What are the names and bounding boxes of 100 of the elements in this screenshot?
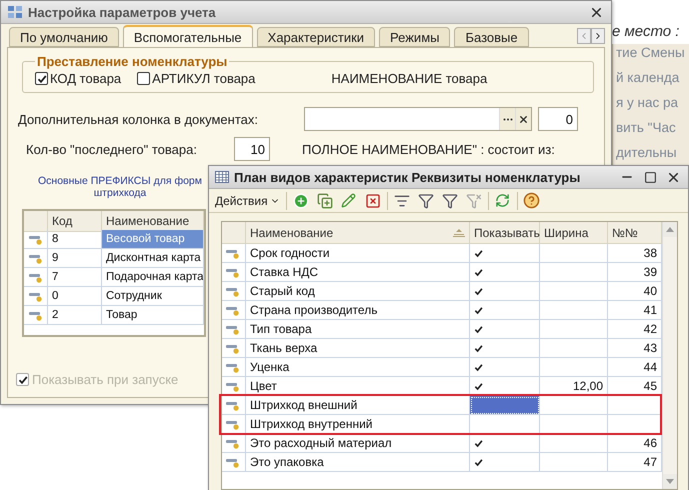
attribute-icon <box>226 362 240 372</box>
plus-icon <box>292 192 309 208</box>
table-cell[interactable]: Дисконтная карта <box>102 249 204 268</box>
table-cell[interactable]: Сотрудник <box>102 287 204 306</box>
check-icon <box>36 74 46 84</box>
field-label: Кол-во "последнего" товара: <box>25 142 198 156</box>
check-icon <box>474 362 483 372</box>
maximize-icon <box>644 170 656 184</box>
tab[interactable]: По умолчанию <box>9 27 119 47</box>
column-header[interactable]: Наименование <box>102 211 204 232</box>
scroll-down-button[interactable] <box>663 474 677 489</box>
number-field[interactable]: 0 <box>538 107 578 131</box>
column-header[interactable]: №№ <box>608 222 662 244</box>
table-cell <box>540 434 608 453</box>
filter-icon <box>442 192 458 208</box>
check-cell[interactable] <box>470 263 540 282</box>
attribute-icon <box>28 310 42 320</box>
header-cell <box>222 222 246 244</box>
table-cell: Страна производитель <box>246 301 470 320</box>
attribute-icon <box>226 418 240 430</box>
tab[interactable]: Характеристики <box>256 27 376 47</box>
note-text: ПОЛНОЕ НАИМЕНОВАНИЕ" : состоит из: <box>302 142 555 156</box>
check-cell[interactable] <box>470 434 540 453</box>
prefix-link[interactable]: штрихкода <box>94 187 146 199</box>
table-cell: Уценка <box>246 358 470 377</box>
table-cell: Это упаковка <box>246 453 470 472</box>
attribute-icon <box>226 380 240 392</box>
check-cell[interactable] <box>470 358 540 377</box>
copy-button[interactable] <box>314 190 335 210</box>
attribute-icon <box>226 248 240 258</box>
tab[interactable]: Базовые <box>454 27 529 47</box>
table-cell: 7 <box>48 268 102 287</box>
tab[interactable]: Вспомогательные <box>122 25 253 47</box>
dots-icon <box>502 118 512 120</box>
table-cell <box>540 358 608 377</box>
filter-icon <box>418 192 434 208</box>
check-cell[interactable] <box>470 282 540 301</box>
column-header[interactable]: Ширина <box>540 222 608 244</box>
window-title: План видов характеристик Реквизиты номенклатуры <box>234 170 582 184</box>
table-cell <box>540 396 608 415</box>
table-cell: Тип товара <box>246 320 470 339</box>
attribute-icon <box>28 290 42 302</box>
page-text: я у нас ра <box>616 94 680 111</box>
check-cell[interactable] <box>470 339 540 358</box>
checkbox-box[interactable] <box>137 72 150 85</box>
scrollbar[interactable] <box>662 222 677 489</box>
check-cell[interactable] <box>470 244 540 263</box>
checkbox-label: КОД товара <box>50 71 122 86</box>
delete-icon <box>364 192 381 208</box>
attribute-icon <box>226 438 240 448</box>
check-icon <box>474 438 483 448</box>
scroll-up-button[interactable] <box>663 222 677 237</box>
tab[interactable]: Режимы <box>379 27 450 47</box>
attribute-icon <box>226 456 240 468</box>
column-header[interactable]: Код <box>48 211 102 232</box>
check-cell[interactable] <box>470 453 540 472</box>
attribute-icon <box>226 286 240 296</box>
checkbox-box[interactable] <box>35 72 48 85</box>
number-field[interactable]: 10 <box>234 137 270 161</box>
page-text: е место : <box>612 23 680 40</box>
help-button[interactable] <box>522 190 542 210</box>
table-cell: 0 <box>48 287 102 306</box>
pencil-icon <box>341 193 356 208</box>
attribute-icon <box>226 400 240 410</box>
option-text: НАИМЕНОВАНИЕ товара <box>331 71 488 86</box>
filter-icon <box>394 192 410 208</box>
check-cell[interactable] <box>470 301 540 320</box>
attribute-icon <box>28 252 42 264</box>
column-header[interactable]: Наименование <box>246 222 470 244</box>
check-icon <box>474 344 483 352</box>
prefix-link[interactable]: Основные ПРЕФИКСЫ для форм <box>38 175 202 187</box>
table-cell <box>540 244 608 263</box>
clear-button[interactable] <box>515 108 531 130</box>
check-icon <box>474 248 483 258</box>
attribute-icon <box>226 342 240 354</box>
actions-menu[interactable]: Действия <box>213 194 282 208</box>
header-cell <box>24 211 48 232</box>
table-cell[interactable]: Товар <box>102 306 204 325</box>
column-header[interactable]: Показывать <box>470 222 540 244</box>
check-cell[interactable] <box>470 396 540 415</box>
add-button[interactable] <box>290 190 311 210</box>
attribute-icon <box>226 304 240 316</box>
checkbox[interactable]: КОД товара <box>35 71 122 86</box>
page-text: дительны <box>616 144 678 161</box>
sort-icon <box>453 228 465 236</box>
table-cell: Ставка НДС <box>246 263 470 282</box>
check-cell[interactable] <box>470 320 540 339</box>
table-cell <box>540 453 608 472</box>
scroll-right-button[interactable] <box>591 28 605 44</box>
input-field[interactable] <box>304 107 532 131</box>
table-cell: 9 <box>48 249 102 268</box>
copy-icon <box>316 192 333 208</box>
table-cell: Это расходный материал <box>246 434 470 453</box>
ellipsis-button[interactable] <box>499 108 515 130</box>
table-cell <box>540 339 608 358</box>
refresh-icon <box>495 193 510 208</box>
table-icon <box>215 171 229 183</box>
table-cell: 2 <box>48 306 102 325</box>
table-cell: Срок годности <box>246 244 470 263</box>
check-icon <box>474 382 483 390</box>
